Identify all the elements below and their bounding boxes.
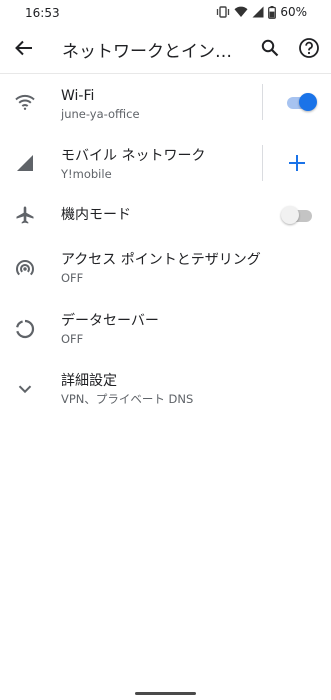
advanced-row[interactable]: 詳細設定 VPN、プライベート DNS bbox=[0, 358, 331, 418]
app-bar: ネットワークとインターネット bbox=[0, 28, 331, 72]
hotspot-text: アクセス ポイントとテザリング OFF bbox=[61, 251, 261, 286]
wifi-toggle[interactable] bbox=[284, 92, 318, 112]
vibrate-icon bbox=[216, 6, 230, 18]
plus-icon bbox=[289, 155, 305, 171]
wifi-label: Wi-Fi bbox=[61, 88, 95, 104]
wifi-status-icon bbox=[234, 6, 248, 18]
battery-percent: 60% bbox=[280, 5, 307, 19]
status-icons: 60% bbox=[216, 5, 307, 19]
wifi-icon bbox=[13, 90, 37, 114]
data-saver-label: データセーバー bbox=[61, 313, 159, 329]
wifi-toggle-thumb bbox=[299, 93, 317, 111]
back-button[interactable] bbox=[12, 36, 36, 60]
wifi-separator bbox=[262, 84, 263, 120]
mobile-carrier-name: Y!mobile bbox=[61, 167, 112, 181]
advanced-text: 詳細設定 VPN、プライベート DNS bbox=[61, 372, 193, 407]
airplane-toggle-thumb bbox=[281, 206, 299, 224]
search-icon bbox=[261, 39, 279, 57]
hotspot-tethering-row[interactable]: アクセス ポイントとテザリング OFF bbox=[0, 238, 331, 298]
battery-icon bbox=[268, 5, 277, 19]
hotspot-label: アクセス ポイントとテザリング bbox=[61, 252, 261, 268]
hotspot-status: OFF bbox=[61, 271, 84, 285]
mobile-network-text: モバイル ネットワーク Y!mobile bbox=[61, 147, 205, 182]
chevron-down-icon bbox=[13, 377, 37, 401]
data-saver-icon bbox=[13, 317, 37, 341]
airplane-mode-text: 機内モード bbox=[61, 206, 131, 224]
wifi-network-name: june-ya-office bbox=[61, 107, 140, 121]
status-bar: 16:53 60% bbox=[0, 0, 331, 28]
advanced-label: 詳細設定 bbox=[61, 373, 117, 389]
data-saver-text: データセーバー OFF bbox=[61, 312, 159, 347]
mobile-network-label: モバイル ネットワーク bbox=[61, 148, 206, 164]
mobile-network-row[interactable]: モバイル ネットワーク Y!mobile bbox=[0, 132, 331, 192]
airplane-mode-toggle[interactable] bbox=[281, 205, 315, 225]
advanced-summary: VPN、プライベート DNS bbox=[61, 392, 194, 406]
signal-status-icon bbox=[252, 6, 264, 18]
help-icon bbox=[299, 38, 319, 58]
wifi-text: Wi-Fi june-ya-office bbox=[61, 87, 140, 122]
data-saver-row[interactable]: データセーバー OFF bbox=[0, 298, 331, 358]
help-button[interactable] bbox=[297, 36, 321, 60]
arrow-back-icon bbox=[15, 40, 32, 56]
status-time: 16:53 bbox=[25, 6, 60, 20]
airplane-mode-label: 機内モード bbox=[61, 207, 131, 223]
search-button[interactable] bbox=[258, 36, 282, 60]
add-network-button[interactable] bbox=[285, 151, 309, 175]
data-saver-status: OFF bbox=[61, 332, 84, 346]
airplane-mode-row[interactable]: 機内モード bbox=[0, 185, 331, 245]
wifi-row[interactable]: Wi-Fi june-ya-office bbox=[0, 72, 331, 132]
airplane-icon bbox=[13, 203, 37, 227]
gesture-nav-handle[interactable] bbox=[135, 692, 196, 695]
hotspot-icon bbox=[13, 257, 37, 281]
mobile-separator bbox=[262, 145, 263, 181]
page-title: ネットワークとインターネット bbox=[62, 42, 242, 62]
signal-icon bbox=[13, 151, 37, 175]
